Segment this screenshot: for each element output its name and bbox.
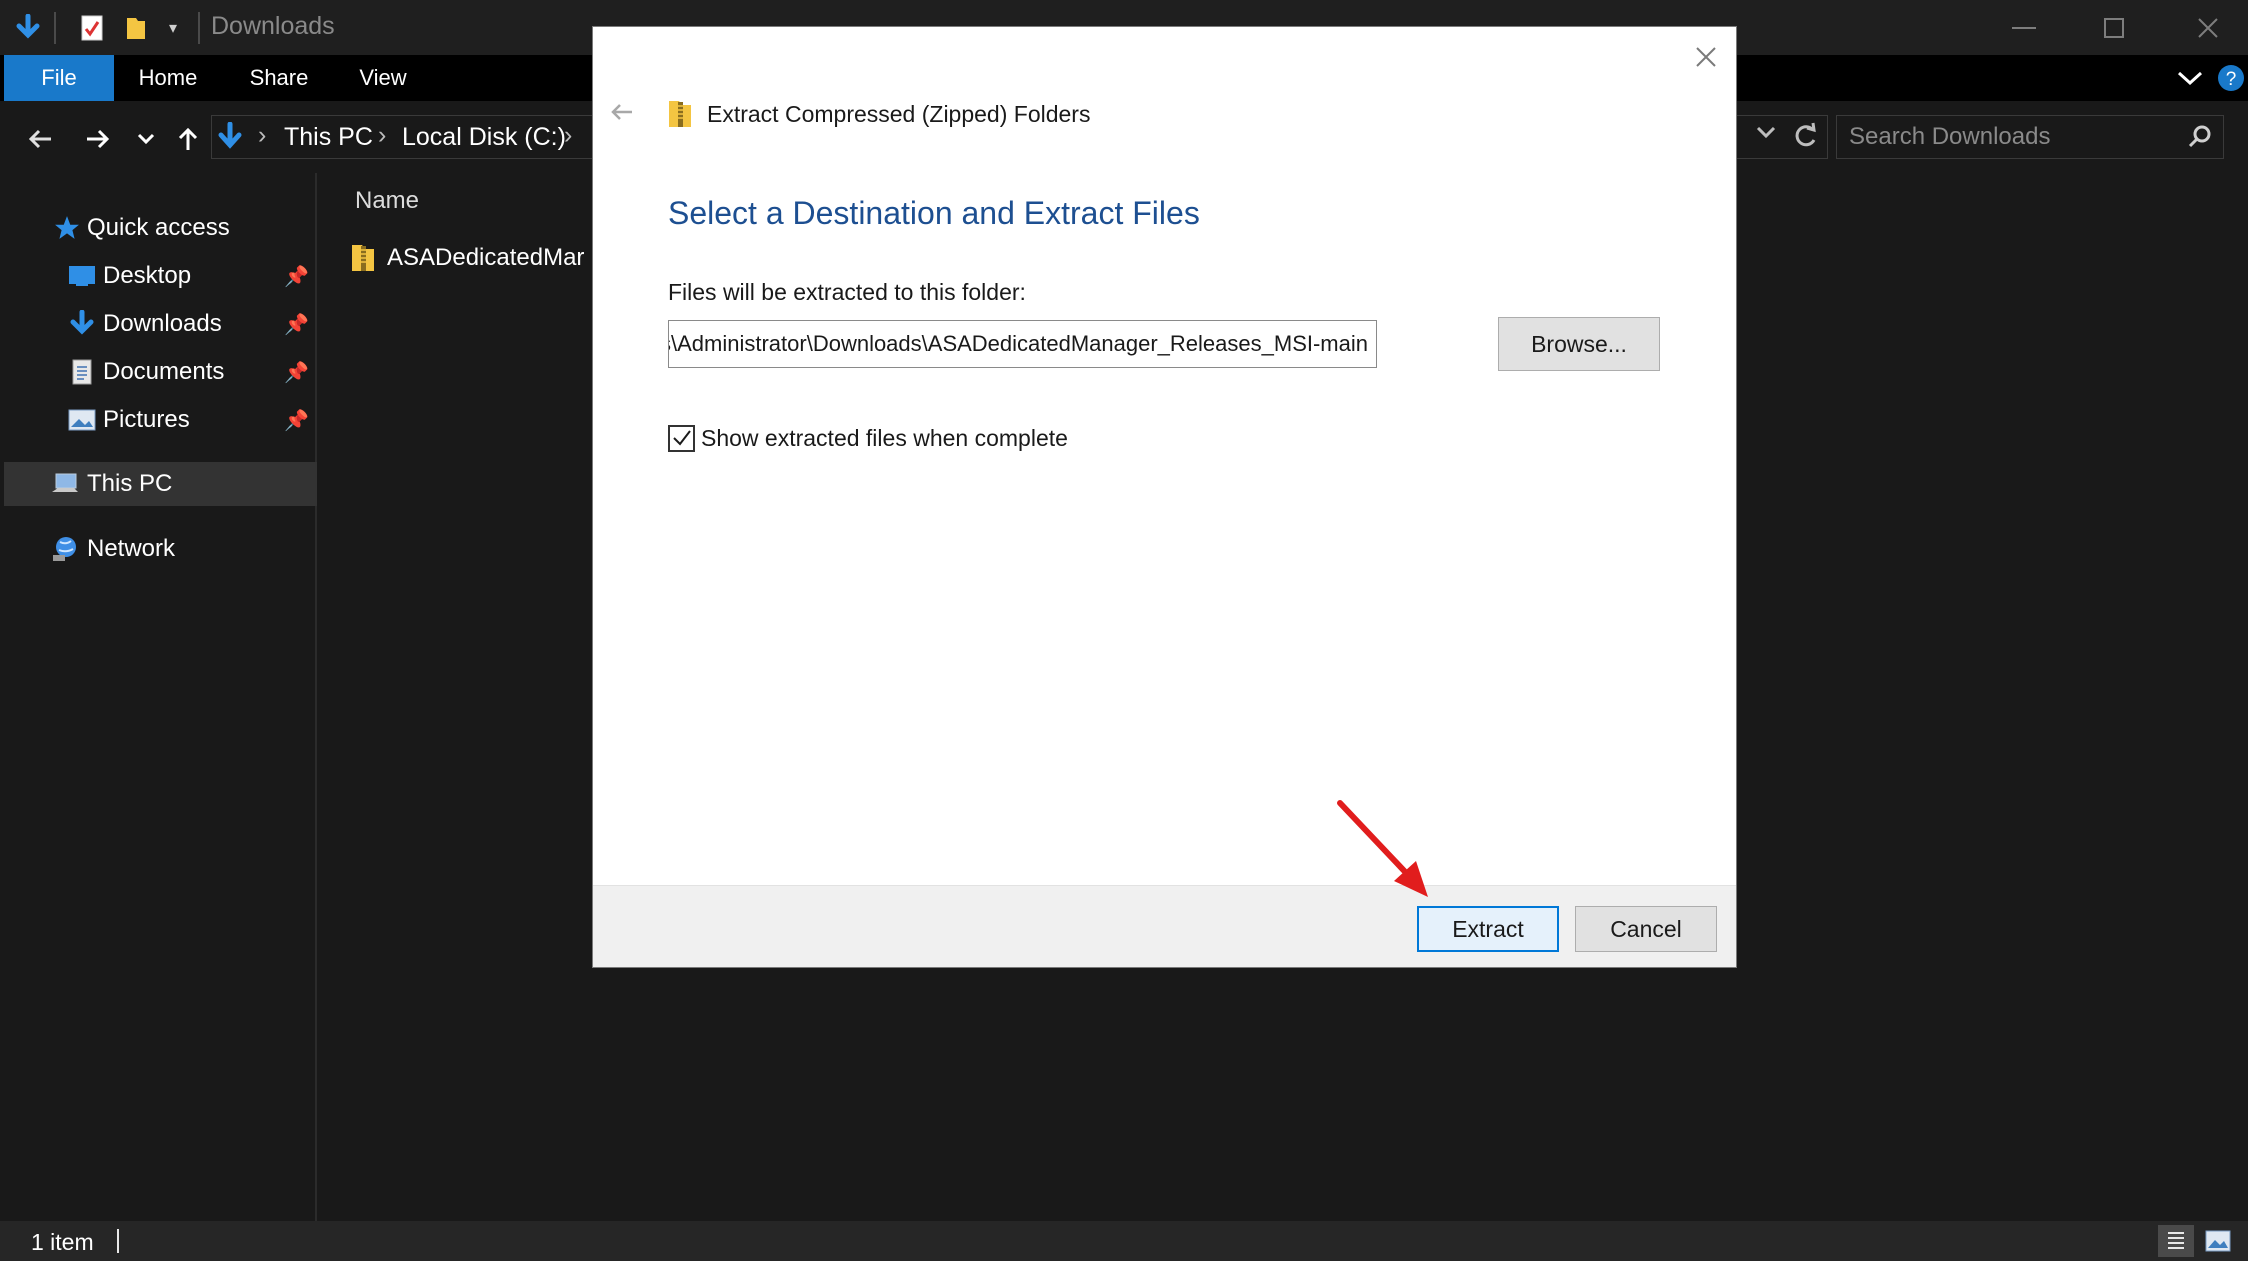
- annotation-arrow-icon: [1337, 800, 1428, 897]
- nav-label: Network: [87, 535, 176, 562]
- tab-home[interactable]: Home: [124, 55, 212, 101]
- dialog-close-icon[interactable]: [1686, 37, 1726, 77]
- file-row[interactable]: ASADedicatedMar: [349, 238, 584, 278]
- new-folder-icon[interactable]: [118, 10, 154, 46]
- breadcrumb-chevron-icon: ›: [564, 121, 573, 149]
- refresh-icon[interactable]: [1792, 122, 1818, 155]
- recent-locations-icon[interactable]: [126, 119, 166, 159]
- close-icon[interactable]: [2160, 0, 2248, 55]
- nav-label: This PC: [87, 470, 173, 497]
- zip-folder-icon: [349, 242, 379, 274]
- status-separator: [117, 1229, 119, 1253]
- nav-network[interactable]: Network: [0, 527, 313, 571]
- pictures-icon: [67, 405, 97, 435]
- search-input[interactable]: [1849, 120, 2169, 154]
- documents-icon: [67, 357, 97, 387]
- column-header-name[interactable]: Name: [355, 187, 419, 215]
- browse-button[interactable]: Browse...: [1498, 317, 1660, 371]
- download-arrow-icon[interactable]: [10, 10, 46, 46]
- maximize-icon[interactable]: [2066, 0, 2162, 55]
- ribbon-expand-icon[interactable]: [2170, 55, 2210, 101]
- downloads-location-icon: [218, 121, 242, 157]
- nav-downloads[interactable]: Downloads 📌: [0, 302, 313, 346]
- downloads-icon: [67, 309, 97, 339]
- show-files-label: Show extracted files when complete: [701, 424, 1068, 451]
- pin-icon: 📌: [284, 313, 309, 336]
- nav-label: Documents: [103, 358, 225, 385]
- computer-icon: [50, 469, 80, 499]
- search-icon[interactable]: [2187, 124, 2213, 155]
- minimize-icon[interactable]: [1976, 0, 2072, 55]
- nav-pictures[interactable]: Pictures 📌: [0, 398, 313, 442]
- dialog-heading: Select a Destination and Extract Files: [668, 195, 1200, 231]
- back-arrow-icon[interactable]: [20, 119, 60, 159]
- large-icons-view-icon[interactable]: [2200, 1225, 2236, 1257]
- destination-label: Files will be extracted to this folder:: [668, 279, 1026, 305]
- status-bar: 1 item: [0, 1221, 2248, 1261]
- pin-icon: 📌: [284, 409, 309, 432]
- show-files-option[interactable]: Show extracted files when complete: [668, 421, 1068, 455]
- show-files-checkbox[interactable]: [668, 424, 695, 452]
- nav-quick-access[interactable]: Quick access: [0, 206, 313, 250]
- pin-icon: 📌: [284, 361, 309, 384]
- qat-separator: [54, 12, 56, 44]
- forward-arrow-icon[interactable]: [78, 119, 118, 159]
- svg-text:?: ?: [2226, 69, 2237, 90]
- file-name: ASADedicatedMar: [387, 244, 585, 271]
- address-dropdown-icon[interactable]: [1756, 126, 1776, 145]
- extract-dialog: Extract Compressed (Zipped) Folders Sele…: [592, 26, 1737, 968]
- navigation-pane: Quick access Desktop 📌 Downloads 📌 Docum…: [0, 173, 317, 1221]
- breadcrumb-this-pc[interactable]: This PC: [284, 123, 373, 152]
- dialog-window-title: Extract Compressed (Zipped) Folders: [707, 101, 1091, 127]
- nav-label: Desktop: [103, 262, 192, 289]
- desktop-icon: [67, 261, 97, 291]
- breadcrumb-chevron-icon: ›: [258, 121, 267, 149]
- pin-icon: 📌: [284, 265, 309, 288]
- dialog-back-arrow-icon[interactable]: [607, 97, 637, 127]
- star-icon: [52, 213, 82, 243]
- nav-label: Pictures: [103, 406, 190, 433]
- item-count: 1 item: [31, 1229, 94, 1255]
- details-view-icon[interactable]: [2158, 1225, 2194, 1257]
- qat-dropdown-icon[interactable]: ▾: [158, 10, 188, 46]
- up-arrow-icon[interactable]: [168, 119, 208, 159]
- window-title: Downloads: [211, 12, 335, 40]
- help-icon[interactable]: ?: [2214, 55, 2248, 101]
- nav-this-pc[interactable]: This PC: [4, 462, 317, 506]
- tab-view[interactable]: View: [346, 55, 420, 101]
- nav-label: Quick access: [87, 214, 230, 241]
- nav-desktop[interactable]: Desktop 📌: [0, 254, 313, 298]
- breadcrumb-local-disk[interactable]: Local Disk (C:): [402, 123, 566, 152]
- breadcrumb-chevron-icon: ›: [378, 121, 387, 149]
- search-box[interactable]: [1836, 115, 2224, 159]
- properties-icon[interactable]: [74, 10, 110, 46]
- tab-share[interactable]: Share: [238, 55, 320, 101]
- title-separator: [198, 12, 200, 44]
- nav-documents[interactable]: Documents 📌: [0, 350, 313, 394]
- dialog-footer: Extract Cancel: [593, 885, 1736, 967]
- cancel-button[interactable]: Cancel: [1575, 906, 1717, 952]
- network-icon: [50, 534, 80, 564]
- destination-path-input[interactable]: [669, 328, 1368, 360]
- destination-path-field[interactable]: [668, 320, 1377, 368]
- tab-file[interactable]: File: [4, 55, 114, 101]
- nav-label: Downloads: [103, 310, 222, 337]
- zip-folder-icon: [667, 99, 693, 129]
- extract-button[interactable]: Extract: [1417, 906, 1559, 952]
